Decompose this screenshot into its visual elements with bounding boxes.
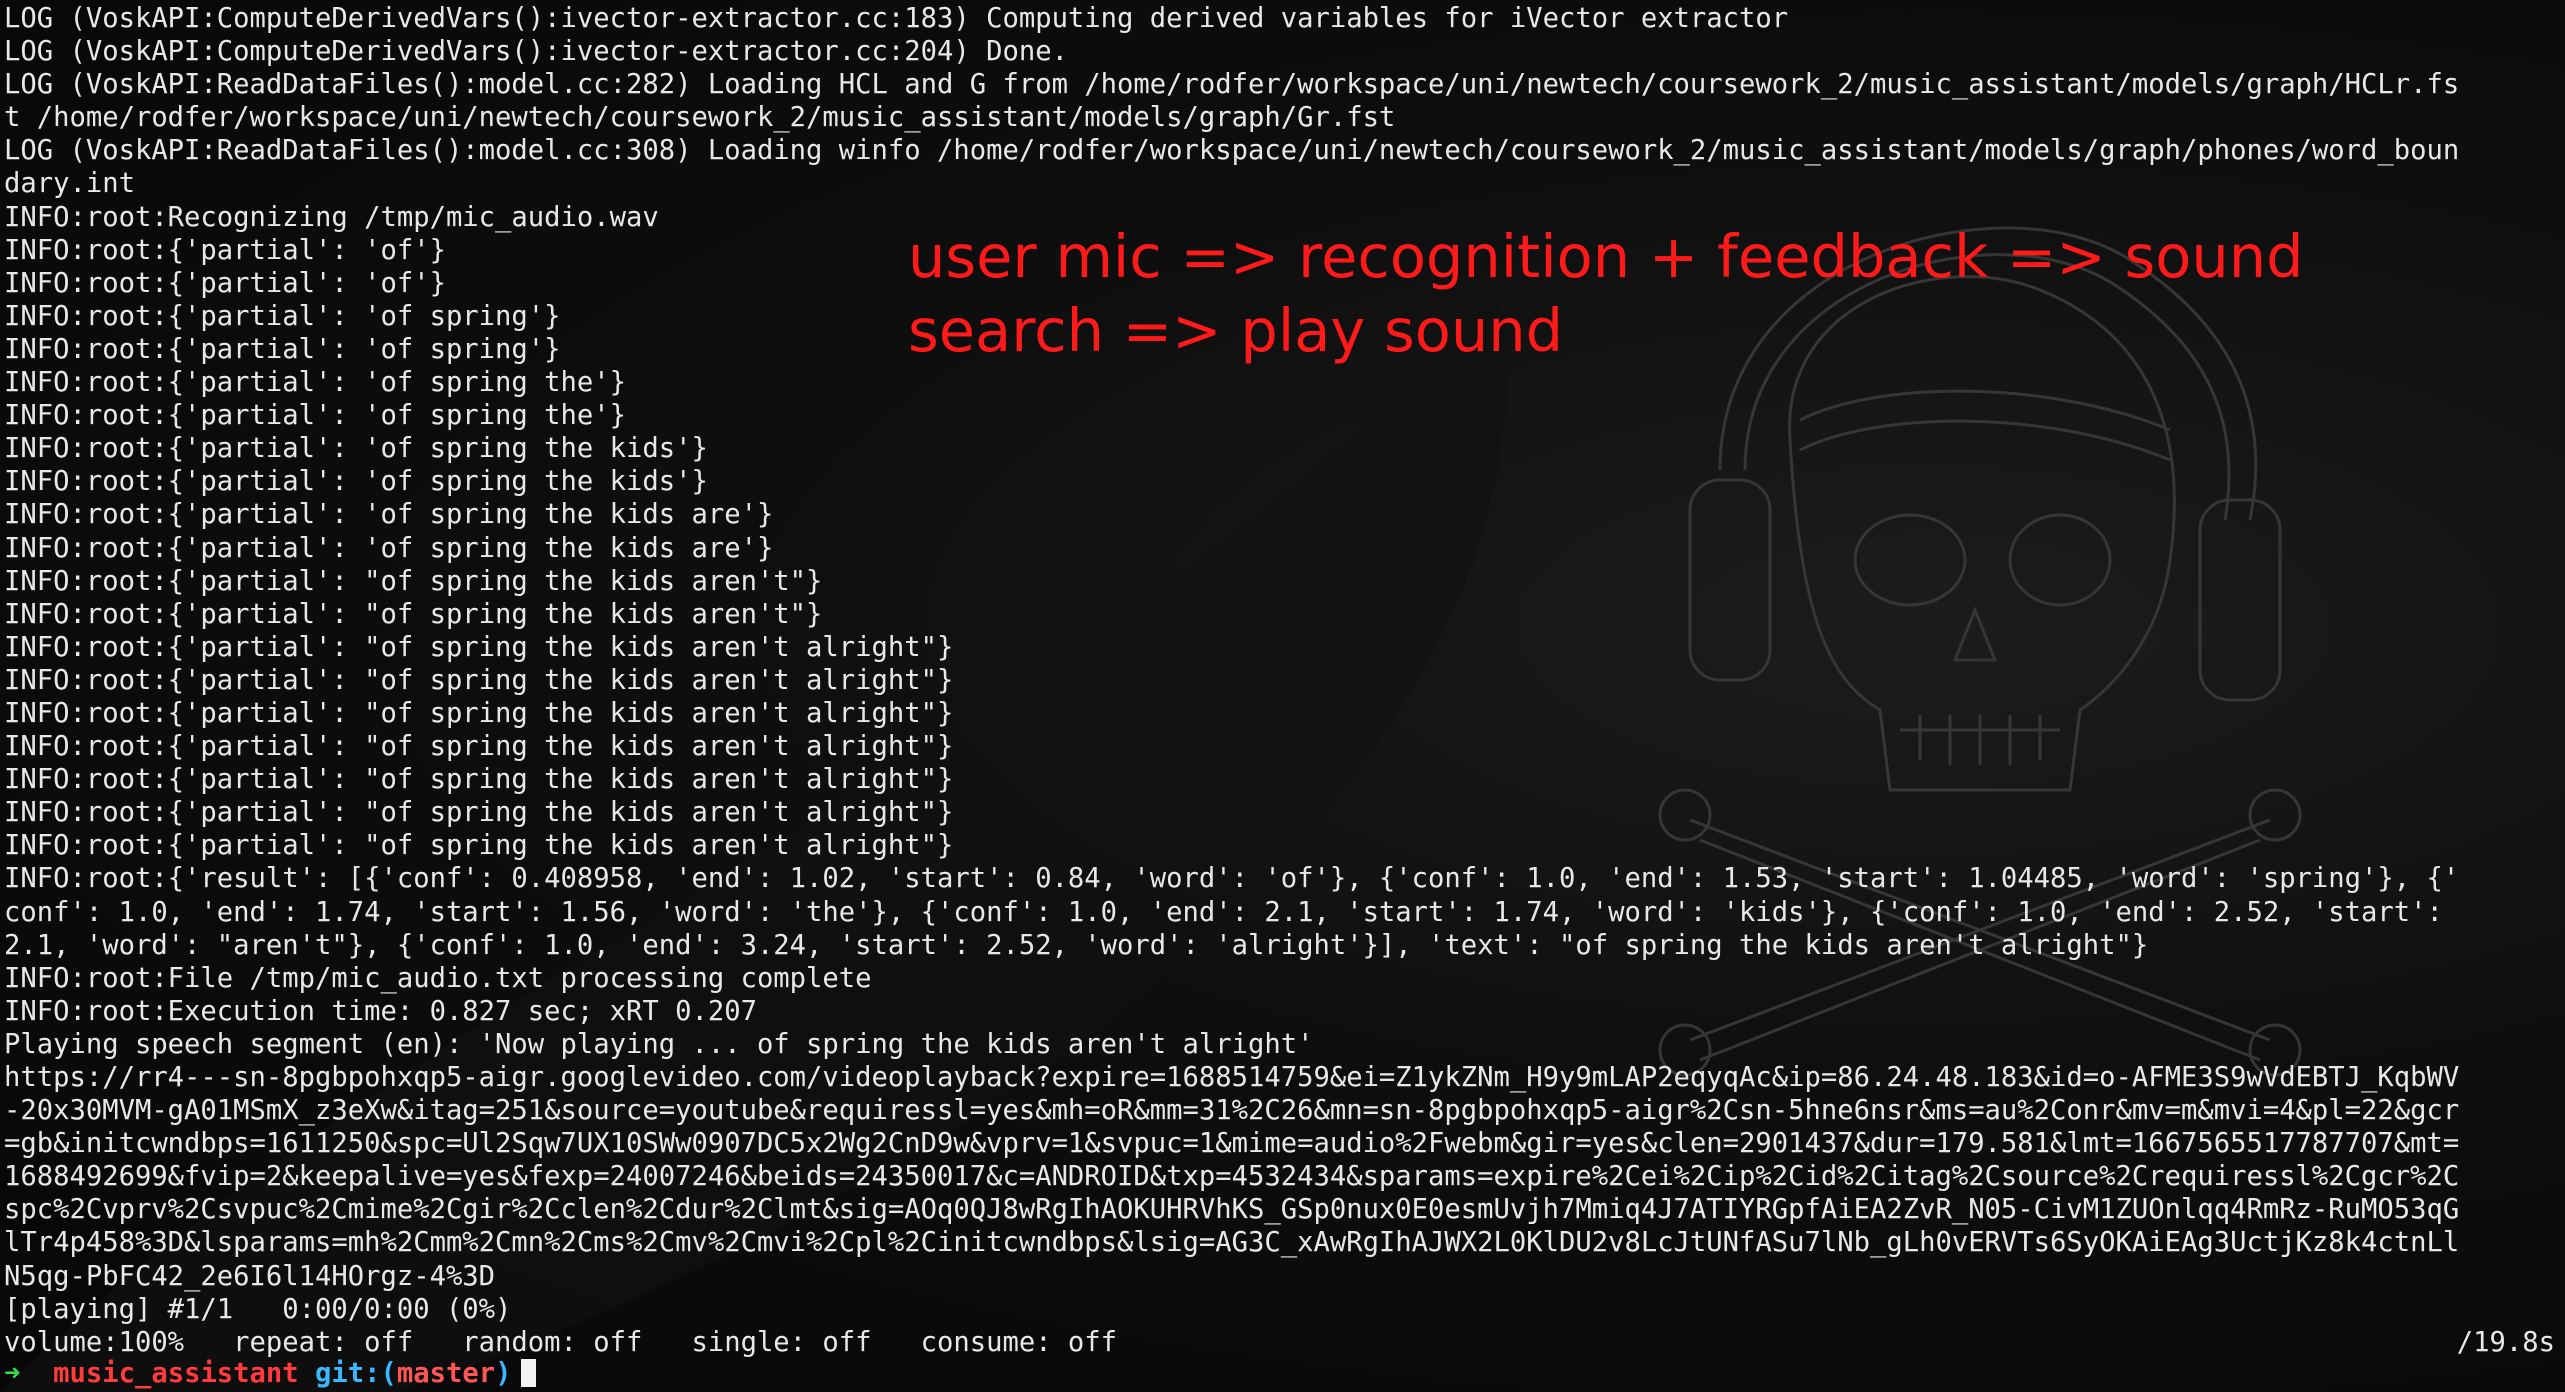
terminal-line: INFO:root:Execution time: 0.827 sec; xRT… bbox=[4, 995, 757, 1027]
terminal-line: volume:100% repeat: off random: off sing… bbox=[4, 1326, 1118, 1358]
prompt-paren-open: ( bbox=[380, 1358, 397, 1389]
terminal-line: INFO:root:{'partial': 'of spring the kid… bbox=[4, 466, 708, 498]
terminal-line: INFO:root:{'partial': 'of spring the kid… bbox=[4, 499, 774, 531]
prompt-branch: master bbox=[396, 1358, 496, 1389]
elapsed-time: /19.8s bbox=[2456, 1327, 2555, 1358]
terminal-line: INFO:root:File /tmp/mic_audio.txt proces… bbox=[4, 962, 872, 994]
terminal-line: [playing] #1/1 0:00/0:00 (0%) bbox=[4, 1293, 512, 1325]
terminal-line: INFO:root:{'partial': "of spring the kid… bbox=[4, 764, 954, 796]
terminal-line: dary.int bbox=[4, 168, 135, 200]
terminal-line: INFO:root:{'partial': "of spring the kid… bbox=[4, 565, 823, 597]
text-cursor[interactable] bbox=[521, 1359, 537, 1387]
shell-prompt[interactable]: ➜ music_assistant git:(master) bbox=[4, 1357, 537, 1390]
prompt-arrow-icon: ➜ bbox=[4, 1358, 21, 1389]
terminal-line: INFO:root:{'partial': "of spring the kid… bbox=[4, 697, 954, 729]
terminal-line: Playing speech segment (en): 'Now playin… bbox=[4, 1028, 1314, 1060]
annotation-line-2: search => play sound bbox=[908, 296, 1564, 365]
terminal-line: INFO:root:{'partial': 'of spring the'} bbox=[4, 367, 626, 399]
prompt-git-label: git: bbox=[315, 1358, 381, 1389]
terminal-line: 2.1, 'word': "aren't"}, {'conf': 1.0, 'e… bbox=[4, 929, 2149, 961]
terminal-line: LOG (VoskAPI:ComputeDerivedVars():ivecto… bbox=[4, 36, 1068, 68]
terminal-line: t /home/rodfer/workspace/uni/newtech/cou… bbox=[4, 102, 1396, 134]
terminal-line: =gb&initcwndbps=1611250&spc=Ul2Sqw7UX10S… bbox=[4, 1128, 2460, 1160]
annotation-line-1: user mic => recognition + feedback => so… bbox=[908, 222, 2304, 291]
prompt-directory: music_assistant bbox=[53, 1358, 299, 1389]
terminal-line: spc%2Cvprv%2Csvpuc%2Cmime%2Cgir%2Cclen%2… bbox=[4, 1194, 2460, 1226]
terminal-line: INFO:root:{'partial': 'of spring the'} bbox=[4, 400, 626, 432]
terminal-line: INFO:root:{'partial': "of spring the kid… bbox=[4, 631, 954, 663]
terminal-line: INFO:root:{'partial': "of spring the kid… bbox=[4, 664, 954, 696]
terminal-line: INFO:root:{'partial': "of spring the kid… bbox=[4, 731, 954, 763]
terminal-output: LOG (VoskAPI:ComputeDerivedVars():ivecto… bbox=[4, 2, 2559, 1359]
terminal-line: INFO:root:{'result': [{'conf': 0.408958,… bbox=[4, 863, 2460, 895]
terminal-line: INFO:root:{'partial': "of spring the kid… bbox=[4, 830, 954, 862]
terminal-line: https://rr4---sn-8pgbpohxqp5-aigr.google… bbox=[4, 1062, 2460, 1093]
terminal-line: INFO:root:{'partial': "of spring the kid… bbox=[4, 797, 954, 829]
terminal-line: N5qg-PbFC42_2e6I6l14HOrgz-4%3D bbox=[4, 1260, 496, 1292]
terminal-line: INFO:root:{'partial': "of spring the kid… bbox=[4, 598, 823, 630]
terminal-line: INFO:root:{'partial': 'of spring the kid… bbox=[4, 532, 774, 564]
terminal-line: conf': 1.0, 'end': 1.74, 'start': 1.56, … bbox=[4, 896, 2443, 928]
terminal-line: 1688492699&fvip=2&keepalive=yes&fexp=240… bbox=[4, 1161, 2460, 1193]
terminal-line: LOG (VoskAPI:ReadDataFiles():model.cc:28… bbox=[4, 69, 2460, 101]
terminal-line: LOG (VoskAPI:ComputeDerivedVars():ivecto… bbox=[4, 3, 1789, 34]
terminal-line: INFO:root:{'partial': 'of spring the kid… bbox=[4, 433, 708, 465]
terminal-line: lTr4p458%3D&lsparams=mh%2Cmm%2Cmn%2Cms%2… bbox=[4, 1227, 2460, 1259]
terminal-line: -20x30MVM-gA01MSmX_z3eXw&itag=251&source… bbox=[4, 1095, 2460, 1127]
terminal-line: LOG (VoskAPI:ReadDataFiles():model.cc:30… bbox=[4, 135, 2460, 167]
annotation-text: user mic => recognition + feedback => so… bbox=[908, 220, 2304, 368]
terminal-window[interactable]: LOG (VoskAPI:ComputeDerivedVars():ivecto… bbox=[0, 0, 2565, 1392]
prompt-paren-close: ) bbox=[495, 1358, 512, 1389]
